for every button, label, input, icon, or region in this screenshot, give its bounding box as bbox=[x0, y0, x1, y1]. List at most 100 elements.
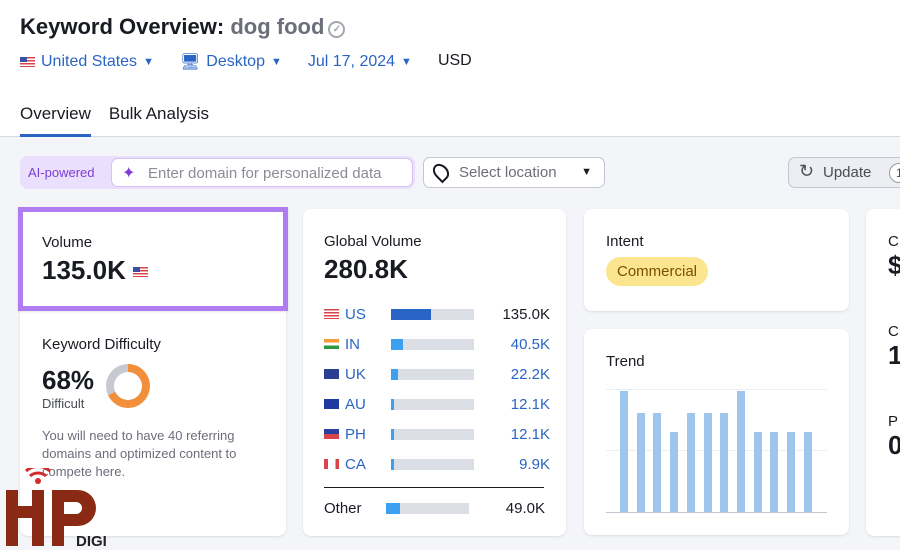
ai-powered-label: AI-powered bbox=[28, 165, 95, 180]
header: Keyword Overview: dog food ✓ United State… bbox=[0, 0, 900, 137]
country-code: US bbox=[345, 305, 366, 323]
trend-bar[interactable] bbox=[720, 412, 729, 512]
trend-bar[interactable] bbox=[636, 412, 645, 512]
country-row-ca: CA 9.9K bbox=[324, 449, 566, 479]
trend-bar[interactable] bbox=[703, 412, 712, 512]
svg-text:DIGI: DIGI bbox=[76, 533, 107, 548]
share-bar bbox=[391, 338, 474, 350]
gridline bbox=[606, 389, 827, 390]
country-volume[interactable]: 9.9K bbox=[474, 456, 550, 473]
trend-card: Trend bbox=[584, 329, 849, 535]
update-button[interactable]: ↻ Update 1 bbox=[788, 157, 900, 188]
domain-input[interactable]: ✦ Enter domain for personalized data bbox=[111, 158, 413, 187]
flag-uk-icon bbox=[324, 369, 339, 379]
share-bar-fill bbox=[391, 368, 398, 380]
intent-label: Intent bbox=[606, 233, 644, 250]
country-volume[interactable]: 12.1K bbox=[474, 426, 550, 443]
country-volume: 135.0K bbox=[502, 305, 550, 323]
chevron-down-icon: ▼ bbox=[143, 56, 154, 68]
volume-value: 135.0K bbox=[42, 255, 283, 286]
keyword: dog food bbox=[230, 14, 325, 39]
share-bar-fill bbox=[391, 398, 395, 410]
country-row-au: AU 12.1K bbox=[324, 389, 566, 419]
trend-bar[interactable] bbox=[803, 432, 812, 512]
trend-bar[interactable] bbox=[736, 391, 745, 512]
country-row-uk: UK 22.2K bbox=[324, 359, 566, 389]
us-flag-icon bbox=[133, 267, 149, 278]
us-flag-icon bbox=[20, 57, 35, 67]
trend-bar[interactable] bbox=[670, 432, 679, 512]
trend-bar[interactable] bbox=[620, 391, 628, 512]
trend-label: Trend bbox=[606, 353, 645, 370]
share-bar bbox=[386, 502, 469, 514]
country-volume[interactable]: 12.1K bbox=[474, 396, 550, 413]
partial-value: 0 bbox=[888, 430, 900, 460]
monitor-icon: 🖥 bbox=[179, 54, 201, 71]
global-volume-value: 280.8K bbox=[324, 254, 408, 284]
refresh-icon: ↻ bbox=[799, 161, 815, 181]
tab-overview[interactable]: Overview bbox=[20, 104, 91, 137]
share-bar-fill bbox=[386, 502, 401, 514]
chevron-down-icon: ▼ bbox=[401, 56, 412, 68]
volume-card: Volume 135.0K bbox=[18, 207, 288, 311]
country-volume[interactable]: 40.5K bbox=[474, 336, 550, 353]
partial-value: $ bbox=[888, 250, 900, 280]
country-code: AU bbox=[345, 395, 366, 413]
share-bar bbox=[391, 428, 474, 440]
domain-placeholder: Enter domain for personalized data bbox=[148, 165, 382, 182]
share-bar bbox=[391, 458, 474, 470]
date-dropdown[interactable]: Jul 17, 2024 ▼ bbox=[308, 52, 412, 72]
flag-us-icon bbox=[324, 309, 339, 319]
device-dropdown[interactable]: 🖥 Desktop ▼ bbox=[180, 52, 282, 72]
partial-value: 1 bbox=[888, 340, 900, 370]
intent-card: Intent Commercial bbox=[584, 209, 849, 311]
trend-bar[interactable] bbox=[653, 412, 662, 512]
chevron-down-icon: ▼ bbox=[581, 166, 592, 178]
update-label: Update bbox=[823, 164, 872, 181]
ai-domain-box: AI-powered ✦ Enter domain for personalize… bbox=[20, 156, 415, 189]
trend-chart bbox=[606, 389, 827, 513]
check-circle-icon: ✓ bbox=[328, 21, 346, 38]
country-code: CA bbox=[345, 455, 366, 473]
location-placeholder: Select location bbox=[459, 164, 557, 181]
intent-badge: Commercial bbox=[606, 257, 709, 286]
volume-label: Volume bbox=[42, 234, 93, 251]
trend-bar[interactable] bbox=[787, 432, 795, 512]
partial-label: C bbox=[888, 233, 899, 250]
kd-value: 68% bbox=[42, 365, 95, 395]
cpc-card-partial: C $ C 1 P 0 bbox=[866, 209, 900, 536]
device-label: Desktop bbox=[206, 53, 265, 70]
trend-bar[interactable] bbox=[753, 432, 762, 512]
share-bar-fill bbox=[391, 458, 394, 470]
share-bar bbox=[391, 398, 474, 410]
kd-donut-chart bbox=[106, 364, 151, 408]
share-bar-fill bbox=[391, 428, 395, 440]
currency: USD bbox=[437, 52, 472, 69]
country-row-ph: PH 12.1K bbox=[324, 419, 566, 449]
share-bar-fill bbox=[391, 308, 431, 320]
country-volume[interactable]: 22.2K bbox=[474, 366, 550, 383]
country-code: PH bbox=[345, 425, 366, 443]
flag-in-icon bbox=[324, 339, 339, 349]
country-row-in: IN 40.5K bbox=[324, 329, 566, 359]
share-bar bbox=[391, 368, 474, 380]
country-code: Other bbox=[324, 499, 362, 517]
location-select[interactable]: Select location ▼ bbox=[423, 157, 605, 188]
partial-label: C bbox=[888, 323, 899, 340]
trend-bar[interactable] bbox=[770, 432, 779, 512]
global-volume-label: Global Volume bbox=[324, 233, 422, 250]
country-row-other: Other 49.0K bbox=[324, 493, 566, 523]
update-badge: 1 bbox=[889, 163, 900, 183]
hp-digi-logo: DIGI bbox=[6, 468, 107, 548]
date-label: Jul 17, 2024 bbox=[307, 53, 396, 70]
country-code: UK bbox=[345, 365, 366, 383]
kd-level: Difficult bbox=[42, 396, 85, 411]
tab-bulk-analysis[interactable]: Bulk Analysis bbox=[109, 104, 209, 137]
country-label: United States bbox=[41, 53, 138, 70]
trend-bar[interactable] bbox=[686, 412, 695, 512]
share-bar-fill bbox=[391, 338, 403, 350]
global-volume-card: Global Volume 280.8K US 135.0K IN 40.5K UK 22… bbox=[303, 209, 566, 536]
country-dropdown[interactable]: United States ▼ bbox=[20, 52, 154, 72]
partial-label: P bbox=[888, 413, 899, 430]
location-pin-icon bbox=[429, 160, 453, 184]
